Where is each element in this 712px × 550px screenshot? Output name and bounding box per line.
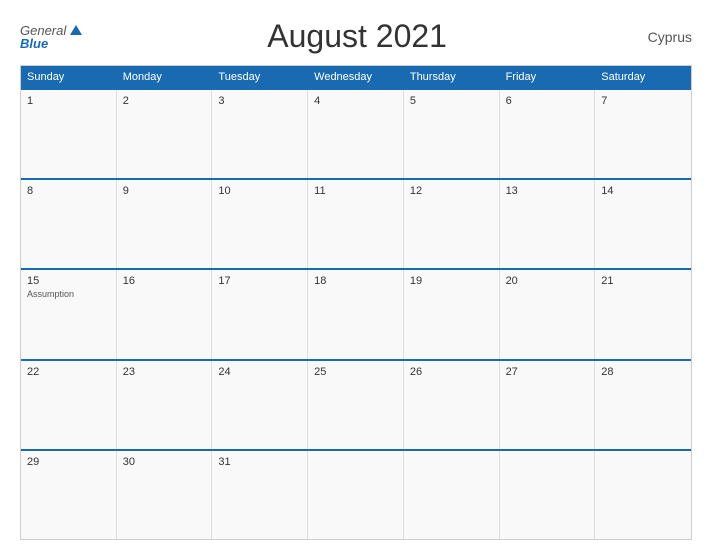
day-header-tuesday: Tuesday — [212, 66, 308, 88]
day-cell: 5 — [404, 90, 500, 178]
week-row-5: 29 30 31 — [21, 449, 691, 539]
day-number: 26 — [410, 366, 493, 378]
day-number: 6 — [506, 95, 589, 107]
day-number: 4 — [314, 95, 397, 107]
day-cell: 13 — [500, 180, 596, 268]
day-number: 16 — [123, 275, 206, 287]
day-header-monday: Monday — [117, 66, 213, 88]
day-cell: 21 — [595, 270, 691, 358]
event-label: Assumption — [27, 289, 110, 300]
day-cell: 23 — [117, 361, 213, 449]
day-cell: 19 — [404, 270, 500, 358]
day-number: 3 — [218, 95, 301, 107]
day-cell: 22 — [21, 361, 117, 449]
day-cell: 29 — [21, 451, 117, 539]
day-cell: 18 — [308, 270, 404, 358]
day-number: 27 — [506, 366, 589, 378]
day-number: 25 — [314, 366, 397, 378]
day-header-wednesday: Wednesday — [308, 66, 404, 88]
day-cell: 9 — [117, 180, 213, 268]
day-number: 19 — [410, 275, 493, 287]
day-number: 28 — [601, 366, 685, 378]
day-cell: 4 — [308, 90, 404, 178]
day-cell: 1 — [21, 90, 117, 178]
week-row-2: 8 9 10 11 12 13 14 — [21, 178, 691, 268]
weeks-container: 123456789101112131415Assumption161718192… — [21, 88, 691, 539]
logo-triangle-icon — [70, 25, 82, 35]
day-cell: 16 — [117, 270, 213, 358]
day-cell — [595, 451, 691, 539]
day-cell — [308, 451, 404, 539]
week-row-4: 22 23 24 25 26 27 28 — [21, 359, 691, 449]
day-cell — [500, 451, 596, 539]
day-cell: 26 — [404, 361, 500, 449]
day-number: 24 — [218, 366, 301, 378]
day-headers: SundayMondayTuesdayWednesdayThursdayFrid… — [21, 66, 691, 88]
month-title: August 2021 — [82, 18, 632, 55]
day-number: 7 — [601, 95, 685, 107]
day-number: 20 — [506, 275, 589, 287]
day-cell: 12 — [404, 180, 500, 268]
day-cell: 25 — [308, 361, 404, 449]
country-label: Cyprus — [632, 29, 692, 45]
day-header-saturday: Saturday — [595, 66, 691, 88]
day-number: 2 — [123, 95, 206, 107]
day-number: 22 — [27, 366, 110, 378]
day-number: 1 — [27, 95, 110, 107]
week-row-3: 15 Assumption 16 17 18 19 20 21 — [21, 268, 691, 358]
day-number: 31 — [218, 456, 301, 468]
day-header-sunday: Sunday — [21, 66, 117, 88]
day-number: 29 — [27, 456, 110, 468]
day-cell: 17 — [212, 270, 308, 358]
day-cell: 11 — [308, 180, 404, 268]
logo-general-text: General — [20, 24, 66, 37]
day-number: 13 — [506, 185, 589, 197]
day-number: 11 — [314, 185, 397, 197]
day-cell — [404, 451, 500, 539]
logo: General Blue — [20, 24, 82, 50]
day-cell: 2 — [117, 90, 213, 178]
week-row-1: 1234567 — [21, 88, 691, 178]
day-cell: 20 — [500, 270, 596, 358]
day-number: 12 — [410, 185, 493, 197]
day-cell: 7 — [595, 90, 691, 178]
day-number: 10 — [218, 185, 301, 197]
day-number: 5 — [410, 95, 493, 107]
day-number: 15 — [27, 275, 110, 287]
day-header-thursday: Thursday — [404, 66, 500, 88]
calendar: SundayMondayTuesdayWednesdayThursdayFrid… — [20, 65, 692, 540]
day-cell: 24 — [212, 361, 308, 449]
day-number: 8 — [27, 185, 110, 197]
day-number: 30 — [123, 456, 206, 468]
day-cell: 6 — [500, 90, 596, 178]
day-cell: 30 — [117, 451, 213, 539]
day-number: 17 — [218, 275, 301, 287]
day-number: 21 — [601, 275, 685, 287]
day-cell: 3 — [212, 90, 308, 178]
page: General Blue August 2021 Cyprus SundayMo… — [0, 0, 712, 550]
day-number: 9 — [123, 185, 206, 197]
day-number: 18 — [314, 275, 397, 287]
day-number: 23 — [123, 366, 206, 378]
day-cell: 15 Assumption — [21, 270, 117, 358]
day-number: 14 — [601, 185, 685, 197]
day-header-friday: Friday — [500, 66, 596, 88]
day-cell: 8 — [21, 180, 117, 268]
logo-blue-text: Blue — [20, 37, 82, 50]
day-cell: 28 — [595, 361, 691, 449]
day-cell: 31 — [212, 451, 308, 539]
day-cell: 14 — [595, 180, 691, 268]
day-cell: 27 — [500, 361, 596, 449]
header: General Blue August 2021 Cyprus — [20, 18, 692, 55]
day-cell: 10 — [212, 180, 308, 268]
